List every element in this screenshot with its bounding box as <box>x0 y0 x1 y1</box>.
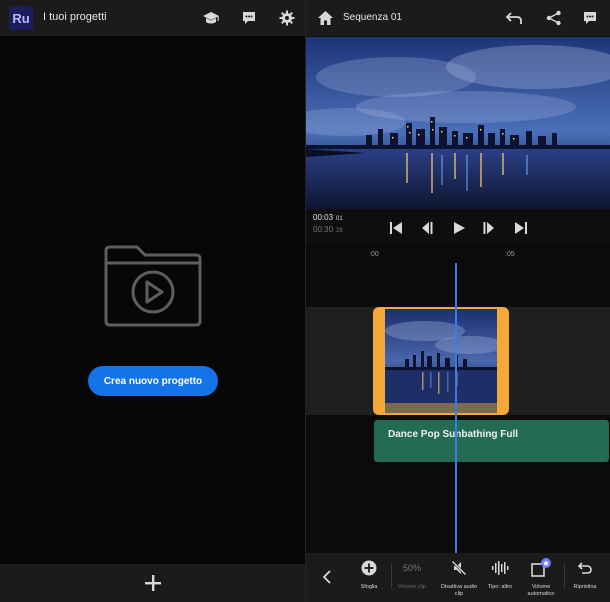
plus-icon[interactable] <box>141 571 165 595</box>
chevron-left-icon[interactable] <box>318 568 336 586</box>
tool-label: Tipo: altro <box>487 584 513 590</box>
clip-thumbnail <box>385 309 497 403</box>
undo-icon[interactable] <box>504 8 524 28</box>
learn-icon[interactable] <box>201 8 221 28</box>
editor-header: Sequenza 01 <box>306 0 610 36</box>
duration-timecode: 00:30 28 <box>313 225 343 234</box>
home-icon[interactable] <box>315 8 335 28</box>
tool-label: Volume clip <box>397 584 427 590</box>
page-title: I tuoi progetti <box>43 11 107 23</box>
projects-pane: Ru I tuoi progetti Crea nuovo progetto <box>0 0 305 602</box>
skip-to-end-icon[interactable] <box>513 220 529 236</box>
reset-icon <box>566 557 604 579</box>
mute-audio-icon <box>440 557 478 579</box>
clip-toolbar: Sfoglia 50% Volume clip Disattiva audio … <box>306 553 610 602</box>
timeline[interactable]: :00 :05 Dance Pop Sunbathing Full <box>306 245 610 553</box>
browse-tool[interactable]: Sfoglia <box>350 557 388 601</box>
playback-controls: 00:03 01 00:30 28 <box>306 209 610 245</box>
audio-type-tool[interactable]: Tipo: altro <box>481 557 519 601</box>
add-circle-icon <box>350 557 388 579</box>
tool-label: Ripristina <box>573 584 597 590</box>
create-project-button[interactable]: Crea nuovo progetto <box>88 366 218 396</box>
step-back-icon[interactable] <box>419 220 435 236</box>
projects-header: Ru I tuoi progetti <box>0 0 305 36</box>
video-preview[interactable] <box>306 37 610 209</box>
feedback-icon[interactable] <box>239 8 259 28</box>
waveform-icon <box>481 557 519 579</box>
ruler-mark-0: :00 <box>369 251 379 258</box>
clip-audio-strip <box>385 403 497 413</box>
current-timecode: 00:03 01 <box>313 213 343 222</box>
settings-icon[interactable] <box>277 8 297 28</box>
ruler-mark-5: :05 <box>505 251 515 258</box>
projects-footer <box>0 564 305 602</box>
tool-label: Sfoglia <box>360 584 378 590</box>
clip-volume-tool: 50% Volume clip <box>393 557 431 601</box>
audio-clip[interactable]: Dance Pop Sunbathing Full <box>374 420 609 462</box>
volume-percent: 50% <box>402 563 421 573</box>
auto-volume-icon <box>522 557 560 579</box>
audio-clip-label: Dance Pop Sunbathing Full <box>388 429 518 440</box>
toolbar-separator <box>391 563 392 589</box>
tool-label: Volume automatico <box>527 584 555 597</box>
app-logo: Ru <box>9 6 33 30</box>
mute-clip-tool[interactable]: Disattiva audio clip <box>440 557 478 601</box>
video-clip-selected[interactable] <box>373 307 509 415</box>
toolbar-separator <box>564 563 565 589</box>
auto-volume-tool[interactable]: Volume automatico <box>522 557 560 601</box>
empty-folder-icon <box>103 245 203 327</box>
editor-pane: Sequenza 01 00:03 01 00:30 28:00:05 Da… <box>306 0 610 602</box>
playhead[interactable] <box>455 263 457 553</box>
tool-label: Disattiva audio clip <box>440 584 478 597</box>
reset-tool[interactable]: Ripristina <box>566 557 604 601</box>
play-icon[interactable] <box>451 220 467 236</box>
skip-to-start-icon[interactable] <box>388 220 404 236</box>
step-forward-icon[interactable] <box>481 220 497 236</box>
sequence-title: Sequenza 01 <box>343 12 402 23</box>
comment-icon[interactable] <box>580 8 600 28</box>
share-icon[interactable] <box>544 8 564 28</box>
